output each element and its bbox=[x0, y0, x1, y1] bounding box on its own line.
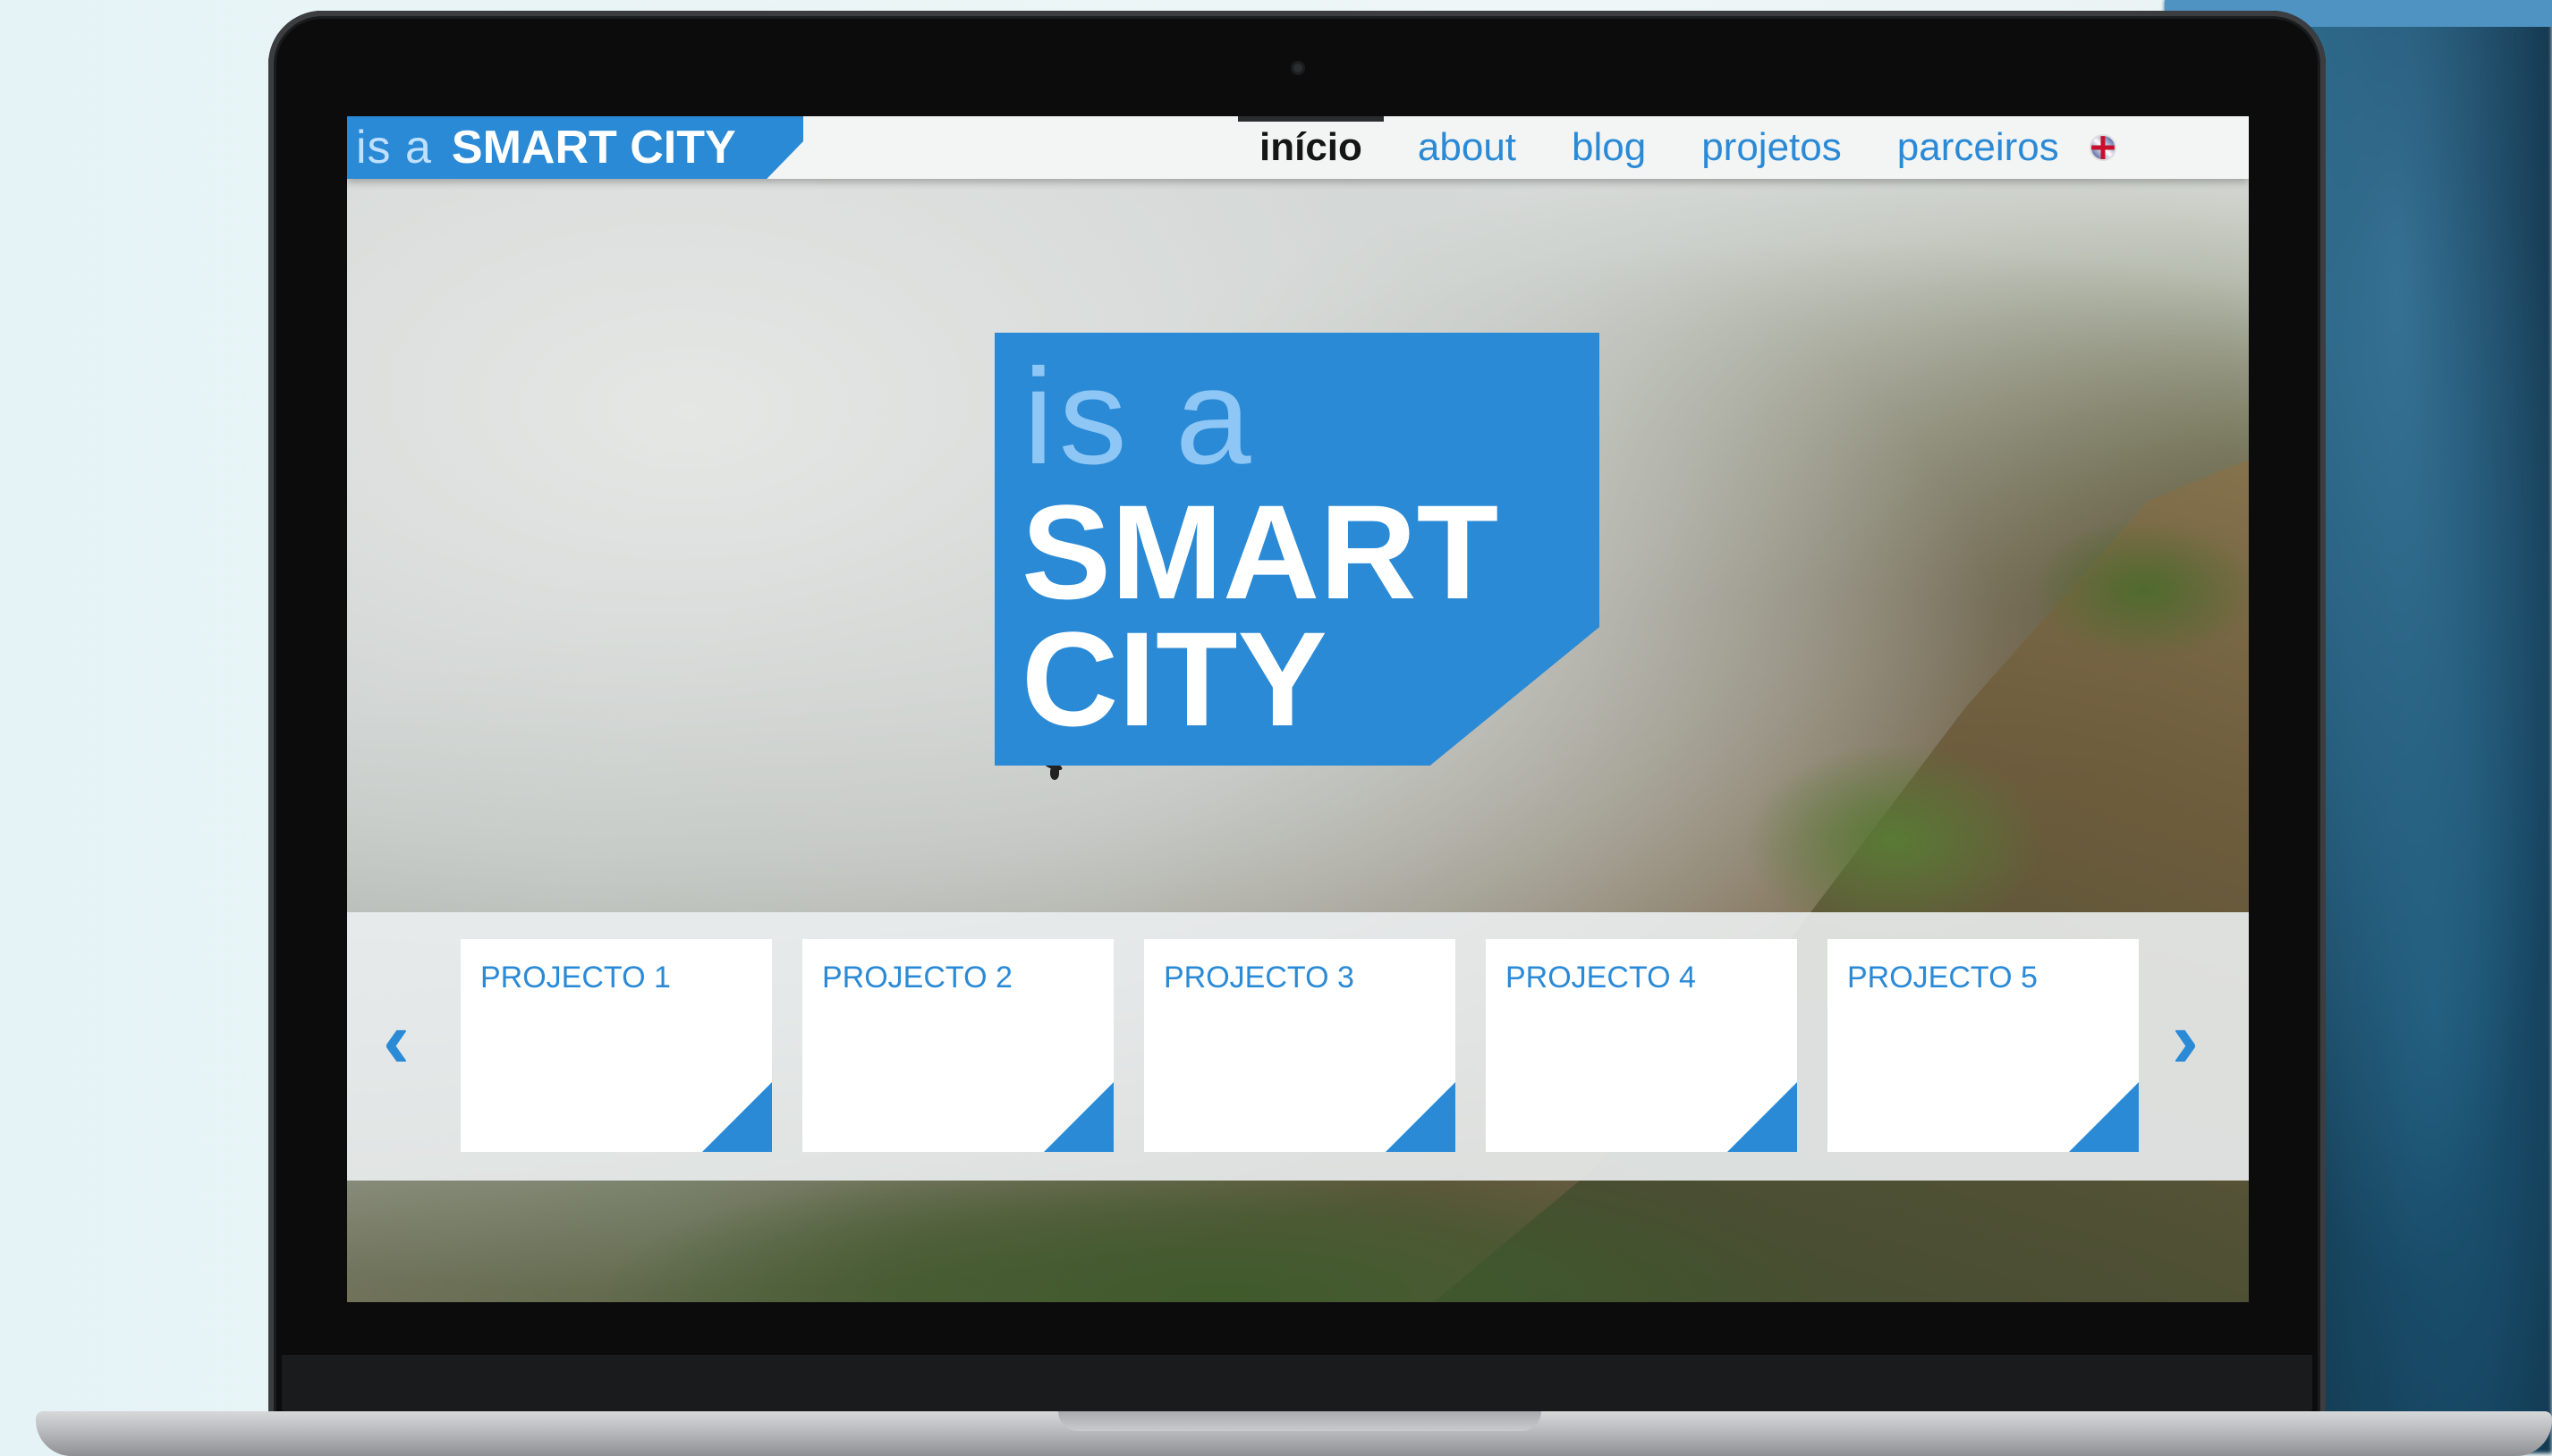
card-corner-decoration bbox=[702, 1082, 772, 1152]
nav-item-parceiros[interactable]: parceiros bbox=[1897, 125, 2059, 170]
hero-logo: is a SMART CITY bbox=[995, 333, 1599, 766]
brand-light-text: is a bbox=[356, 122, 432, 174]
project-card[interactable]: PROJECTO 1 bbox=[461, 939, 772, 1152]
card-corner-decoration bbox=[1386, 1082, 1455, 1152]
hero-logo-line2: SMART bbox=[1022, 477, 1499, 627]
brand-logo[interactable]: is a SMART CITY bbox=[347, 116, 803, 179]
project-card-title: PROJECTO 5 bbox=[1847, 961, 2038, 995]
chevron-left-icon[interactable]: ‹ bbox=[383, 1000, 410, 1080]
project-card[interactable]: PROJECTO 5 bbox=[1827, 939, 2139, 1152]
nav-item-projetos[interactable]: projetos bbox=[1701, 125, 1842, 170]
card-corner-decoration bbox=[1044, 1082, 1114, 1152]
hero-logo-line1: is a bbox=[1023, 341, 1257, 493]
nav-item-inicio[interactable]: início bbox=[1238, 116, 1384, 170]
project-card[interactable]: PROJECTO 3 bbox=[1144, 939, 1455, 1152]
website-screen: is a SMART CITY início about blog projet… bbox=[347, 116, 2249, 1302]
hero-shrub bbox=[2029, 519, 2249, 662]
laptop-bezel-bottom bbox=[282, 1355, 2312, 1413]
nav-item-about[interactable]: about bbox=[1418, 125, 1516, 170]
project-card[interactable]: PROJECTO 2 bbox=[802, 939, 1114, 1152]
webcam-icon bbox=[1291, 61, 1305, 75]
hero-shrub bbox=[1742, 742, 2047, 939]
chevron-right-icon[interactable]: › bbox=[2172, 1000, 2199, 1080]
nav-menu: início about blog projetos parceiros bbox=[1238, 116, 2116, 179]
nav-item-blog[interactable]: blog bbox=[1572, 125, 1646, 170]
project-card-title: PROJECTO 3 bbox=[1164, 961, 1354, 995]
laptop-opening-notch bbox=[1058, 1411, 1541, 1431]
project-card-title: PROJECTO 4 bbox=[1505, 961, 1696, 995]
card-corner-decoration bbox=[1727, 1082, 1797, 1152]
card-corner-decoration bbox=[2069, 1082, 2139, 1152]
projects-carousel: ‹ PROJECTO 1 PROJECTO 2 PROJECTO 3 PROJE… bbox=[347, 912, 2249, 1181]
brand-bold-text: SMART CITY bbox=[451, 122, 736, 174]
project-card[interactable]: PROJECTO 4 bbox=[1486, 939, 1797, 1152]
hero-logo-line3: CITY bbox=[1022, 604, 1327, 754]
project-card-title: PROJECTO 1 bbox=[480, 961, 671, 995]
uk-flag-icon[interactable] bbox=[2089, 134, 2116, 161]
top-navigation: is a SMART CITY início about blog projet… bbox=[347, 116, 2249, 179]
project-card-title: PROJECTO 2 bbox=[822, 961, 1013, 995]
